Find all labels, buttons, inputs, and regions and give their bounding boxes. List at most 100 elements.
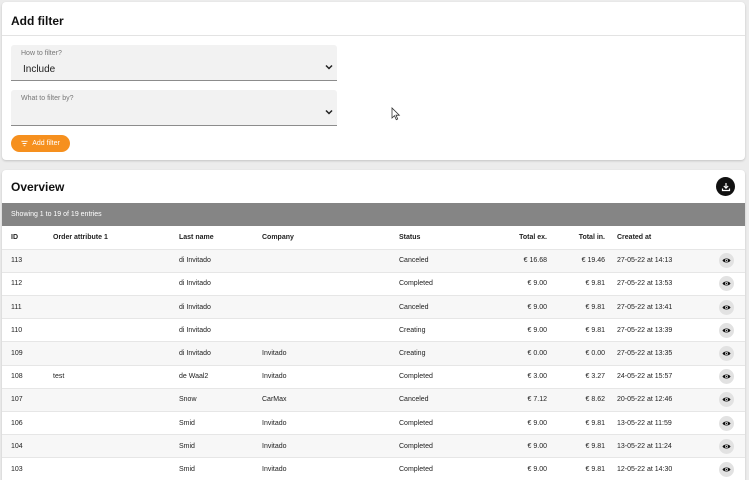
cell-order-attribute <box>53 458 179 480</box>
cell-status: Completed <box>399 465 433 473</box>
cell-total-in: € 9.81 <box>585 465 605 473</box>
cell-last-name: Smid <box>179 442 195 450</box>
cell-total-ex: € 3.00 <box>527 373 547 381</box>
cell-last-name: Smid <box>179 419 195 427</box>
column-header-last-name[interactable]: Last name <box>179 226 262 249</box>
view-order-button[interactable] <box>719 299 734 315</box>
view-order-button[interactable] <box>719 276 734 292</box>
table-row[interactable]: 112 di Invitado Completed € 9.00 € 9.81 … <box>2 272 745 296</box>
cell-created-at: 24-05-22 at 15:57 <box>617 373 673 381</box>
table-header-row: ID Order attribute 1 Last name Company S… <box>2 226 745 250</box>
cell-actions <box>696 249 745 272</box>
view-order-button[interactable] <box>719 461 734 477</box>
cell-id: 109 <box>11 350 23 358</box>
cell-status: Completed <box>399 280 433 288</box>
eye-icon <box>722 258 731 263</box>
mouse-pointer-icon <box>391 107 401 121</box>
cell-status: Canceled <box>399 257 429 265</box>
cell-actions <box>696 458 745 480</box>
view-order-button[interactable] <box>719 415 734 431</box>
entries-info: Showing 1 to 19 of 19 entries <box>2 203 745 226</box>
cell-created-at: 27-05-22 at 13:53 <box>617 280 673 288</box>
cell-order-attribute <box>53 435 179 458</box>
cell-actions <box>696 296 745 319</box>
eye-icon <box>722 444 731 449</box>
eye-icon <box>722 305 731 310</box>
chevron-down-icon <box>325 109 333 115</box>
column-header-company[interactable]: Company <box>262 226 399 249</box>
cell-status: Completed <box>399 373 433 381</box>
view-order-button[interactable] <box>719 253 734 269</box>
what-to-filter-select[interactable]: What to filter by? <box>11 90 337 126</box>
table-row[interactable]: 111 di Invitado Canceled € 9.00 € 9.81 2… <box>2 295 745 319</box>
cell-company: CarMax <box>262 396 287 404</box>
table-row[interactable]: 108 test de Waal2 Invitado Completed € 3… <box>2 365 745 389</box>
overview-panel: Overview Showing 1 to 19 of 19 entries I… <box>2 170 745 480</box>
view-order-button[interactable] <box>719 392 734 408</box>
view-order-button[interactable] <box>719 346 734 362</box>
cell-created-at: 27-05-22 at 14:13 <box>617 257 673 265</box>
cell-company: Invitado <box>262 419 287 427</box>
cell-total-in: € 9.81 <box>585 303 605 311</box>
cell-company <box>262 319 399 342</box>
what-to-filter-label: What to filter by? <box>21 95 74 102</box>
cell-company: Invitado <box>262 465 287 473</box>
eye-icon <box>722 281 731 286</box>
cell-last-name: de Waal2 <box>179 373 209 381</box>
cell-created-at: 27-05-22 at 13:41 <box>617 303 673 311</box>
cell-order-attribute <box>53 249 179 272</box>
cell-created-at: 27-05-22 at 13:39 <box>617 326 673 334</box>
column-header-total-ex[interactable]: Total ex. <box>491 226 547 249</box>
cell-status: Creating <box>399 326 426 334</box>
cell-created-at: 12-05-22 at 14:30 <box>617 465 673 473</box>
column-header-status[interactable]: Status <box>399 226 491 249</box>
table-row[interactable]: 113 di Invitado Canceled € 16.68 € 19.46… <box>2 249 745 273</box>
how-to-filter-select[interactable]: How to filter? Include <box>11 45 337 81</box>
cell-order-attribute: test <box>53 373 65 381</box>
cell-actions <box>696 388 745 411</box>
filter-list-icon <box>21 140 28 147</box>
cell-id: 106 <box>11 419 23 427</box>
cell-id: 110 <box>11 326 23 334</box>
orders-table-body: 113 di Invitado Canceled € 16.68 € 19.46… <box>2 249 745 480</box>
view-order-button[interactable] <box>719 322 734 338</box>
column-header-id[interactable]: ID <box>2 226 53 249</box>
column-header-created-at[interactable]: Created at <box>605 226 696 249</box>
table-row[interactable]: 106 Smid Invitado Completed € 9.00 € 9.8… <box>2 411 745 435</box>
cell-order-attribute <box>53 412 179 435</box>
cell-last-name: di Invitado <box>179 257 211 265</box>
cell-created-at: 27-05-22 at 13:35 <box>617 350 673 358</box>
add-filter-button[interactable]: Add filter <box>11 135 70 152</box>
export-button[interactable] <box>716 177 735 196</box>
cell-status: Canceled <box>399 303 429 311</box>
cell-order-attribute <box>53 272 179 295</box>
how-to-filter-value: Include <box>23 64 56 75</box>
column-header-actions <box>696 226 745 249</box>
column-header-total-in[interactable]: Total in. <box>547 226 605 249</box>
cell-id: 103 <box>11 465 23 473</box>
table-row[interactable]: 104 Smid Invitado Completed € 9.00 € 9.8… <box>2 434 745 458</box>
cell-total-in: € 19.46 <box>581 257 605 265</box>
cell-last-name: di Invitado <box>179 350 211 358</box>
cell-total-in: € 3.27 <box>585 373 605 381</box>
table-row[interactable]: 103 Smid Invitado Completed € 9.00 € 9.8… <box>2 457 745 480</box>
table-row[interactable]: 110 di Invitado Creating € 9.00 € 9.81 2… <box>2 318 745 342</box>
cell-total-ex: € 0.00 <box>527 350 547 358</box>
orders-table: ID Order attribute 1 Last name Company S… <box>2 226 745 480</box>
cell-company: Invitado <box>262 442 287 450</box>
table-row[interactable]: 109 di Invitado Invitado Creating € 0.00… <box>2 341 745 366</box>
column-header-order-attribute[interactable]: Order attribute 1 <box>53 226 179 249</box>
cell-status: Completed <box>399 419 433 427</box>
cell-actions <box>696 342 745 365</box>
view-order-button[interactable] <box>719 438 734 454</box>
table-row[interactable]: 107 Snow CarMax Canceled € 7.12 € 8.62 2… <box>2 388 745 412</box>
cell-order-attribute <box>53 342 179 365</box>
cell-order-attribute <box>53 388 179 411</box>
cell-total-ex: € 9.00 <box>527 465 547 473</box>
view-order-button[interactable] <box>719 369 734 385</box>
cell-last-name: di Invitado <box>179 303 211 311</box>
cell-total-ex: € 9.00 <box>527 326 547 334</box>
eye-icon <box>722 351 731 356</box>
how-to-filter-label: How to filter? <box>21 50 62 57</box>
cell-actions <box>696 365 745 388</box>
